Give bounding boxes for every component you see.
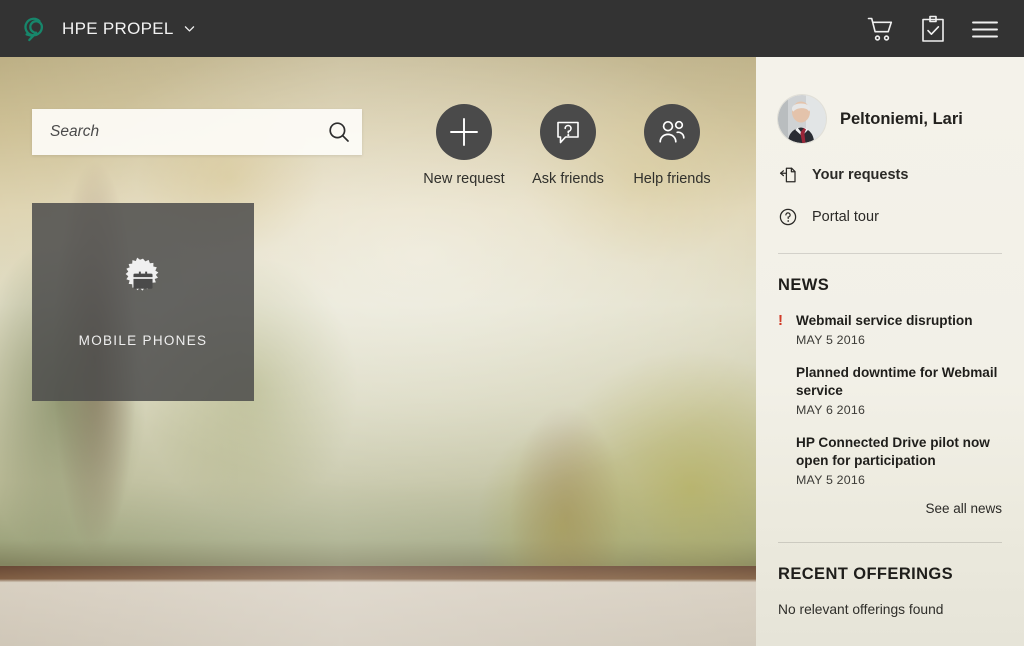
news-section-title: NEWS — [778, 276, 830, 294]
news-item-date: MAY 5 2016 — [796, 333, 866, 348]
quick-action-new-request[interactable]: New request — [423, 104, 505, 187]
recent-offerings-section-title: RECENT OFFERINGS — [778, 564, 954, 583]
briefcase-badge-icon — [125, 257, 159, 291]
quick-action-circle — [436, 104, 492, 160]
quick-action-ask-friends[interactable]: Ask friends — [529, 104, 607, 187]
clipboard-check-icon[interactable] — [918, 14, 948, 44]
question-speech-bubble-icon — [557, 121, 579, 144]
question-circle-icon — [779, 208, 797, 226]
hamburger-menu-icon[interactable] — [970, 14, 1000, 44]
shopping-cart-icon[interactable] — [866, 14, 896, 44]
user-profile[interactable]: Peltoniemi, Lari — [778, 57, 1002, 143]
header-actions — [866, 14, 1000, 44]
quick-action-label: Ask friends — [532, 171, 604, 187]
news-alert-icon: ! — [778, 312, 783, 329]
search-icon — [329, 122, 349, 142]
two-people-icon — [659, 120, 685, 143]
category-tile-label: MOBILE PHONES — [78, 332, 208, 348]
news-item-title: HP Connected Drive pilot now open for pa… — [796, 435, 990, 468]
search-submit-button[interactable] — [316, 109, 362, 155]
recent-offerings-empty-message: No relevant offerings found — [778, 601, 944, 617]
search-bar[interactable] — [32, 109, 362, 155]
brand-menu[interactable]: HPE PROPEL — [18, 13, 196, 45]
chevron-down-icon — [184, 26, 194, 32]
quick-action-label: New request — [423, 171, 505, 187]
brand-name: HPE PROPEL — [62, 18, 174, 38]
quick-actions: New request Ask friends Help friends — [423, 104, 711, 187]
propel-swirl-logo-icon — [24, 17, 44, 41]
right-sidebar: Peltoniemi, Lari Your requests Portal to… — [756, 57, 1024, 646]
see-all-news-link[interactable]: See all news — [778, 501, 1002, 516]
quick-action-label: Help friends — [633, 171, 711, 187]
news-list-item[interactable]: ! Webmail service disruption MAY 5 2016 — [778, 312, 1002, 347]
plus-icon — [450, 118, 478, 146]
news-list-item[interactable]: HP Connected Drive pilot now open for pa… — [778, 434, 1002, 487]
news-item-title: Webmail service disruption — [796, 313, 973, 328]
sidebar-item-your-requests[interactable]: Your requests — [778, 165, 1002, 185]
quick-action-circle — [644, 104, 700, 160]
search-input[interactable] — [32, 123, 316, 141]
sidebar-divider-news — [778, 253, 1002, 254]
document-arrow-icon — [779, 167, 796, 183]
sidebar-item-portal-tour[interactable]: Portal tour — [778, 207, 1002, 227]
news-list-item[interactable]: Planned downtime for Webmail service MAY… — [778, 364, 1002, 417]
hero-panel: New request Ask friends — [0, 57, 756, 646]
sidebar-item-label: Your requests — [812, 167, 909, 183]
sidebar-divider-offerings — [778, 541, 1002, 543]
user-name: Peltoniemi, Lari — [840, 109, 963, 128]
avatar — [778, 95, 826, 143]
user-avatar-photo — [778, 95, 826, 143]
top-header-bar: HPE PROPEL — [0, 0, 1024, 57]
news-item-date: MAY 5 2016 — [796, 472, 866, 487]
news-item-date: MAY 6 2016 — [796, 403, 866, 418]
quick-action-circle — [540, 104, 596, 160]
sidebar-item-label: Portal tour — [812, 209, 879, 225]
category-tile-mobile-phones[interactable]: MOBILE PHONES — [32, 203, 254, 401]
quick-action-help-friends[interactable]: Help friends — [633, 104, 711, 187]
app-root: HPE PROPEL Search New request Ask friend… — [0, 0, 1024, 646]
news-item-title: Planned downtime for Webmail service — [796, 365, 998, 398]
